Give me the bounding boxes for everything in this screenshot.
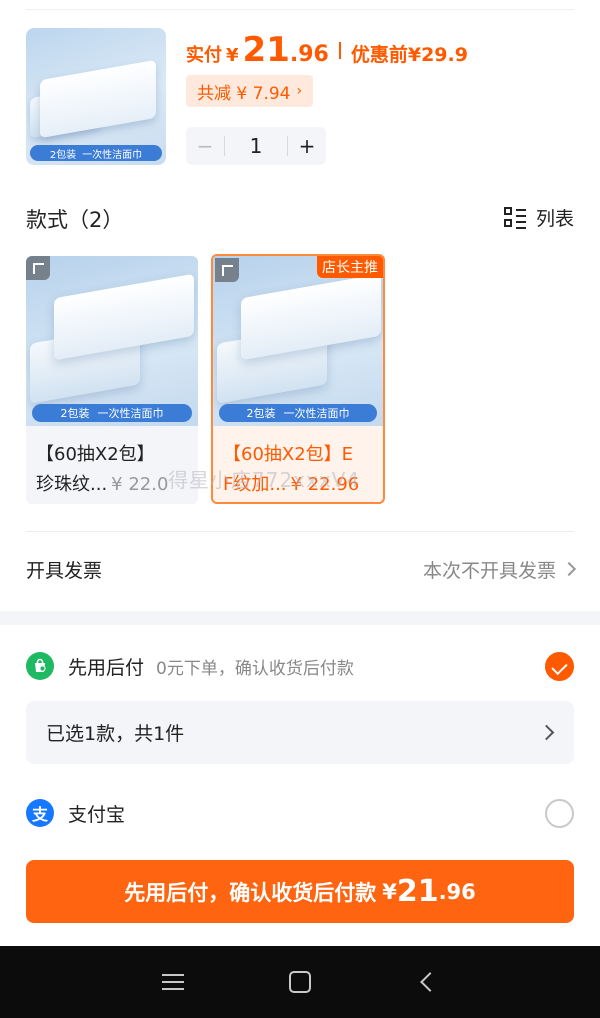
style-name-line2: 珍珠纹... ¥ 22.0 <box>36 470 168 496</box>
system-nav-bar <box>0 946 600 1018</box>
style-option-image: 2包装 一次性洁面巾 <box>26 256 198 426</box>
pay-later-option[interactable]: 先用后付 0元下单，确认收货后付款 <box>26 651 574 681</box>
watermark: 得星小店772xxxV4 <box>168 468 361 492</box>
invoice-value-group: 本次不开具发票 <box>422 556 577 583</box>
back-icon <box>419 972 440 992</box>
alipay-icon: 支 <box>26 799 54 827</box>
expand-icon[interactable] <box>26 256 50 280</box>
thumbnail-tag-strip: 2包装 一次性洁面巾 <box>30 145 162 161</box>
style-name-text: 珍珠纹... <box>36 474 108 495</box>
price-decimal: .96 <box>289 42 329 67</box>
menu-icon <box>162 974 185 990</box>
section-divider <box>26 531 574 532</box>
style-tag-pack: 2包装 <box>60 407 90 420</box>
chevron-right-icon <box>561 561 577 577</box>
alipay-radio[interactable] <box>545 798 574 828</box>
menu-button[interactable] <box>143 957 203 1007</box>
plus-icon: + <box>298 134 316 158</box>
style-name-line1: 【60抽X2包】 <box>36 444 155 465</box>
thumbnail-tag-pack: 2包装 <box>49 149 77 161</box>
style-image-pack-front <box>54 273 194 361</box>
style-tag-strip: 2包装 一次性洁面巾 <box>219 404 377 422</box>
quantity-stepper[interactable]: − 1 + <box>186 127 326 165</box>
style-tag-strip: 2包装 一次性洁面巾 <box>32 404 192 422</box>
product-thumbnail: 2包装 一次性洁面巾 <box>26 28 166 165</box>
style-tag-type: 一次性洁面巾 <box>97 407 164 420</box>
style-price: ¥ 22.0 <box>111 474 169 495</box>
cta-currency: ¥ <box>382 879 397 904</box>
minus-button[interactable]: − <box>186 127 224 165</box>
style-tag-pack: 2包装 <box>246 407 276 420</box>
list-toggle-label: 列表 <box>535 208 574 230</box>
style-option-image: 2包装 一次性洁面巾 <box>213 256 383 426</box>
minus-icon: − <box>196 134 214 158</box>
discount-badge[interactable]: 共减 ¥ 7.94 › <box>186 75 314 107</box>
styles-title: 款式（2） <box>26 208 124 232</box>
chevron-right-icon <box>538 724 555 741</box>
cta-text: 先用后付，确认收货后付款 <box>124 880 377 905</box>
price-line: 实付 ¥ 21 .96 优惠前 ¥29.9 <box>186 30 468 70</box>
cta-price-integer: 21 <box>396 874 439 909</box>
style-image-pack-front <box>241 273 381 361</box>
plus-button[interactable]: + <box>288 127 326 165</box>
price-currency: ¥ <box>226 45 239 66</box>
thumbnail-tag-type: 一次性洁面巾 <box>82 149 143 161</box>
back-button[interactable] <box>397 957 457 1007</box>
pay-later-desc: 0元下单，确认收货后付款 <box>156 658 354 679</box>
invoice-label: 开具发票 <box>26 559 103 582</box>
price-separator <box>338 41 341 59</box>
selection-summary[interactable]: 已选1款，共1件 <box>26 701 574 764</box>
price-integer: 21 <box>242 30 290 70</box>
section-gap <box>0 611 600 625</box>
shopping-bag-icon <box>26 652 54 680</box>
style-tag-type: 一次性洁面巾 <box>283 407 350 420</box>
pay-later-radio[interactable] <box>545 651 574 681</box>
invoice-value: 本次不开具发票 <box>422 559 556 582</box>
before-discount-price: ¥29.9 <box>407 44 468 66</box>
confirm-pay-later-button[interactable]: 先用后付，确认收货后付款 ¥ 21 .96 <box>26 860 574 923</box>
top-divider <box>26 9 574 10</box>
paid-label: 实付 <box>186 45 222 66</box>
list-icon <box>503 206 526 229</box>
home-icon <box>288 971 311 993</box>
style-name-line1: 【60抽X2包】E <box>223 444 354 465</box>
quantity-value[interactable]: 1 <box>224 134 288 158</box>
discount-text: 共减 ¥ 7.94 <box>197 83 291 104</box>
cta-price-decimal: .96 <box>438 879 476 904</box>
alipay-option[interactable]: 支 支付宝 <box>26 798 574 828</box>
alipay-name: 支付宝 <box>68 803 126 826</box>
pay-later-name: 先用后付 <box>68 656 145 679</box>
list-view-toggle[interactable]: 列表 <box>503 204 574 231</box>
before-discount-label: 优惠前 <box>350 44 408 66</box>
home-button[interactable] <box>270 957 330 1007</box>
chevron-right-icon: › <box>296 83 303 99</box>
expand-icon[interactable] <box>215 258 239 282</box>
invoice-row[interactable]: 开具发票 本次不开具发票 <box>26 552 577 586</box>
recommended-badge: 店长主推 <box>317 256 383 278</box>
selection-summary-text: 已选1款，共1件 <box>46 723 185 745</box>
thumbnail-pack-front <box>40 59 156 139</box>
